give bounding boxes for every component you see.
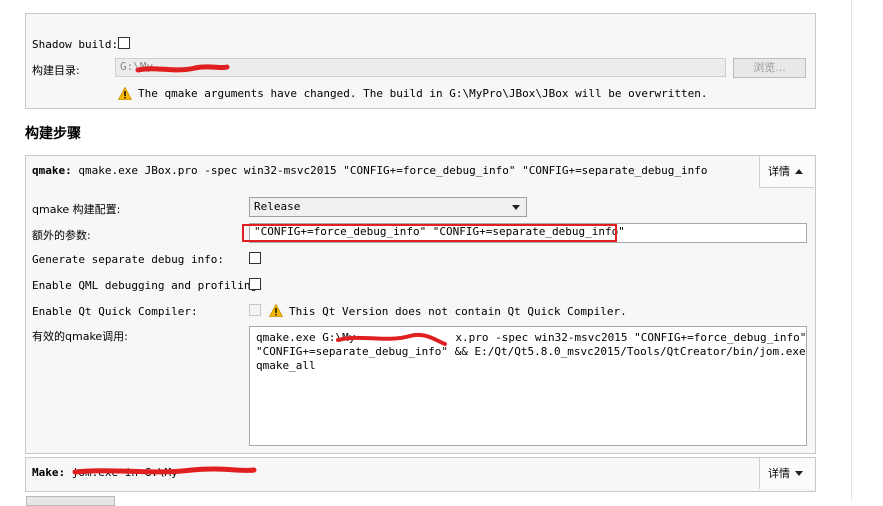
qmake-config-value: Release [254, 200, 301, 213]
warning-icon [118, 87, 132, 100]
effective-call-label: 有效的qmake调用: [32, 330, 128, 343]
redaction-scribble [336, 333, 447, 346]
build-dir-label: 构建目录: [32, 64, 80, 77]
qmake-step-title-command: qmake.exe JBox.pro -spec win32-msvc2015 … [71, 164, 708, 177]
quick-compiler-warning-text: This Qt Version does not contain Qt Quic… [289, 305, 627, 318]
quick-compiler-label: Enable Qt Quick Compiler: [32, 305, 198, 318]
redaction-scribble [72, 466, 257, 475]
make-details-label: 详情 [768, 467, 790, 480]
add-build-step-button[interactable] [26, 496, 115, 506]
effective-line-3: qmake_all [256, 359, 316, 372]
separate-debug-checkbox[interactable] [249, 252, 261, 264]
qml-debug-label: Enable QML debugging and profiling: [32, 279, 264, 292]
qmake-details-label: 详情 [768, 165, 790, 178]
extra-args-label: 额外的参数: [32, 229, 91, 242]
warning-icon [269, 304, 283, 317]
qml-debug-checkbox[interactable] [249, 278, 261, 290]
quick-compiler-checkbox[interactable] [249, 304, 261, 316]
make-details-button[interactable]: 详情 [759, 458, 814, 489]
browse-button-label: 浏览... [753, 61, 786, 74]
qmake-config-label: qmake 构建配置: [32, 203, 121, 216]
effective-line-1-rest: x.pro -spec win32-msvc2015 "CONFIG+=forc… [455, 331, 807, 344]
chevron-up-icon [795, 169, 803, 174]
effective-call-textarea[interactable]: qmake.exe G:\My x.pro -spec win32-msvc201… [249, 326, 807, 446]
shadow-build-label: Shadow build: [32, 38, 119, 51]
scroll-edge-line [851, 0, 852, 500]
qmake-args-warning-text: The qmake arguments have changed. The bu… [138, 87, 708, 100]
chevron-down-icon [795, 471, 803, 476]
extra-args-highlight [242, 224, 617, 242]
browse-button[interactable]: 浏览... [733, 58, 806, 78]
redaction-scribble [135, 64, 230, 73]
qmake-step-title-prefix: qmake: [32, 164, 72, 177]
separate-debug-label: Generate separate debug info: [32, 253, 225, 266]
shadow-build-checkbox[interactable] [118, 37, 130, 49]
build-steps-heading: 构建步骤 [25, 126, 81, 142]
qmake-config-select[interactable]: Release [249, 197, 527, 217]
qmake-details-button[interactable]: 详情 [759, 156, 814, 188]
chevron-down-icon [512, 205, 520, 210]
qmake-step-title: qmake: qmake.exe JBox.pro -spec win32-ms… [32, 164, 708, 177]
make-step-title-prefix: Make: [32, 466, 66, 479]
